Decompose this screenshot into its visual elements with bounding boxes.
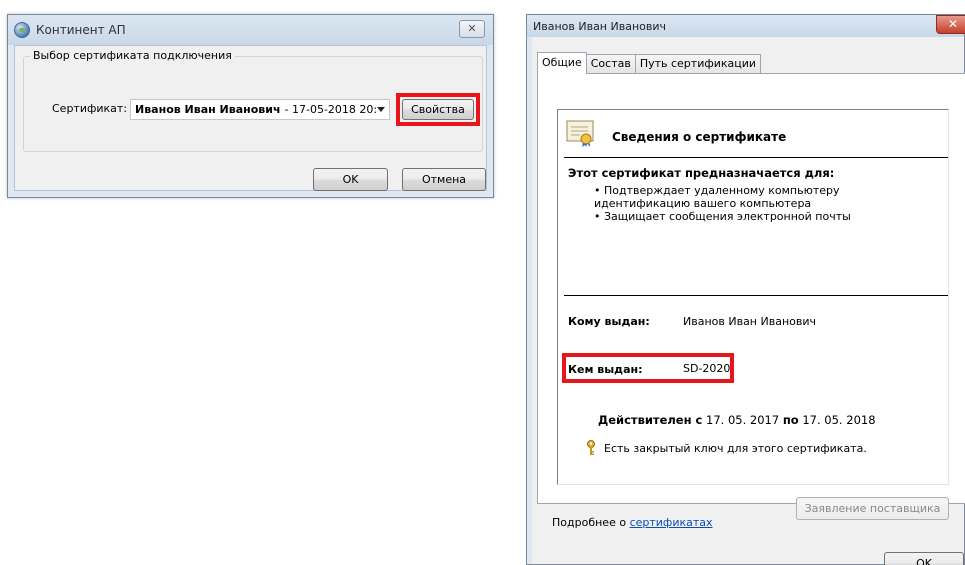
window-title: Иванов Иван Иванович [533,19,666,33]
purpose-list: • Подтверждает удаленному компьютеру иде… [594,184,934,223]
certificates-link[interactable]: сертификатах [630,516,713,529]
divider [564,295,948,296]
window-title: Континент АП [36,23,126,37]
cancel-button[interactable]: Отмена [402,168,486,191]
certificate-client-area: Общие Состав Путь сертификации Сведения … [532,37,965,565]
valid-from-label: Действителен с [598,413,703,427]
general-tab-panel: Сведения о сертификате Этот сертификат п… [537,73,965,520]
tab-strip: Общие Состав Путь сертификации [537,52,762,74]
titlebar: Континент АП ✕ [8,15,493,45]
key-icon [587,440,595,455]
learn-more-row: Подробнее о сертификатах [552,516,713,529]
certificate-icon [566,120,594,147]
learn-more-prefix: Подробнее о [552,516,627,529]
ok-button[interactable]: OK [313,168,388,191]
certificate-info-box: Сведения о сертификате Этот сертификат п… [557,109,949,485]
dropdown-arrow-icon[interactable] [377,107,385,112]
certificate-date: - 17-05-2018 20: [284,103,378,116]
divider [564,157,948,158]
certificate-window: Иванов Иван Иванович ✕ Общие Состав Путь… [526,14,965,565]
tab-certification-path[interactable]: Путь сертификации [634,54,762,74]
certificate-label: Сертификат: [52,102,128,115]
dialog-client-area: Выбор сертификата подключения Сертификат… [14,45,487,191]
private-key-row: Есть закрытый ключ для этого сертификата… [586,440,867,456]
tab-general[interactable]: Общие [537,52,587,74]
purpose-item: • Защищает сообщения электронной почты [594,210,851,223]
valid-to-label: по [782,413,799,427]
purpose-item: • Подтверждает удаленному компьютеру иде… [594,184,840,210]
properties-highlight [396,93,480,126]
app-globe-icon [14,22,30,38]
titlebar: Иванов Иван Иванович ✕ [527,15,965,37]
close-icon[interactable]: ✕ [459,20,485,38]
issued-to-value: Иванов Иван Иванович [683,315,816,328]
certificate-groupbox: Выбор сертификата подключения Сертификат… [23,49,483,152]
ok-button[interactable]: OK [884,552,964,565]
tab-details[interactable]: Состав [585,54,636,74]
close-icon[interactable]: ✕ [936,15,965,34]
certificate-select[interactable]: Иванов Иван Иванович - 17-05-2018 20: [130,99,390,120]
issued-to-label: Кому выдан: [568,315,650,328]
valid-from-date: 17. 05. 2017 [706,413,780,427]
certificate-info-title: Сведения о сертификате [612,130,787,144]
purpose-heading: Этот сертификат предназначается для: [568,166,835,180]
valid-to-date: 17. 05. 2018 [802,413,876,427]
certificate-name: Иванов Иван Иванович [135,103,281,116]
issuer-statement-button[interactable]: Заявление поставщика [796,497,949,520]
continent-ap-window: Континент АП ✕ Выбор сертификата подключ… [7,14,494,198]
private-key-note: Есть закрытый ключ для этого сертификата… [604,441,867,455]
issued-by-highlight [562,353,734,383]
validity-period: Действителен с 17. 05. 2017 по 17. 05. 2… [598,413,876,427]
groupbox-title: Выбор сертификата подключения [30,49,235,62]
